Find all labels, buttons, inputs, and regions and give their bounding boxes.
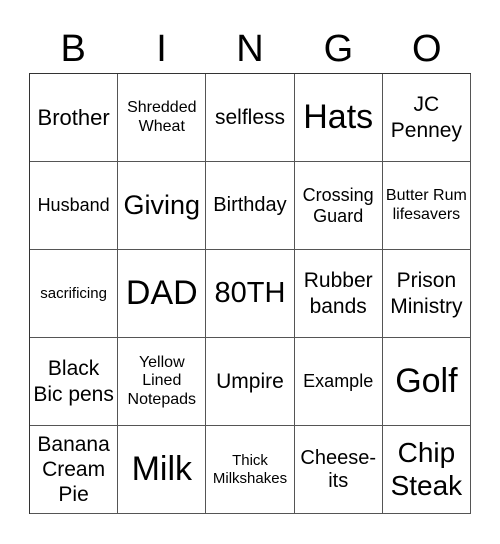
cell-text: Giving	[123, 189, 201, 220]
bingo-cell[interactable]: Cheese-its	[294, 426, 383, 514]
bingo-header: B I N G O	[29, 26, 471, 73]
cell-text: Thick Milkshakes	[212, 452, 288, 487]
bingo-cell[interactable]: DAD	[118, 250, 207, 338]
bingo-cell[interactable]: Brother	[30, 74, 119, 162]
cell-text: Shredded Wheat	[127, 99, 197, 135]
header-letter-i: I	[156, 28, 167, 70]
cell-text: Example	[303, 371, 374, 392]
bingo-cell[interactable]: Husband	[30, 162, 119, 250]
bingo-cell[interactable]: Banana Cream Pie	[30, 426, 119, 514]
cell-text: Cheese-its	[300, 446, 376, 492]
cell-text: sacrificing	[40, 284, 107, 302]
bingo-cell[interactable]: Crossing Guard	[294, 162, 383, 250]
bingo-grid: Brother Shredded Wheat selfless Hats JC …	[29, 73, 471, 514]
header-letter-g: G	[323, 28, 354, 70]
cell-text: Hats	[303, 97, 374, 136]
bingo-cell[interactable]: Shredded Wheat	[118, 74, 207, 162]
cell-text: 80TH	[214, 276, 286, 309]
cell-text: Prison Ministry	[390, 269, 463, 318]
cell-text: Butter Rum lifesavers	[385, 187, 467, 223]
bingo-cell[interactable]: Thick Milkshakes	[206, 426, 295, 514]
bingo-cell[interactable]: Hats	[294, 74, 383, 162]
cell-text: Birthday	[213, 194, 287, 216]
cell-text: Crossing Guard	[302, 184, 374, 226]
bingo-cell[interactable]: Butter Rum lifesavers	[382, 162, 471, 250]
cell-text: DAD	[125, 273, 198, 312]
bingo-cell[interactable]: Yellow Lined Notepads	[118, 338, 207, 426]
cell-text: Brother	[37, 104, 110, 130]
bingo-cell[interactable]: Example	[294, 338, 383, 426]
bingo-cell[interactable]: JC Penney	[382, 74, 471, 162]
cell-text: Banana Cream Pie	[37, 432, 110, 507]
bingo-cell[interactable]: Prison Ministry	[382, 250, 471, 338]
bingo-cell[interactable]: 80TH	[206, 250, 295, 338]
cell-text: JC Penney	[390, 93, 462, 142]
bingo-cell[interactable]: selfless	[206, 74, 295, 162]
header-letter-b: B	[60, 28, 86, 70]
cell-text: Chip Steak	[390, 437, 463, 501]
bingo-cell[interactable]: Umpire	[206, 338, 295, 426]
cell-text: Golf	[395, 361, 458, 400]
bingo-cell[interactable]: Rubber bands	[294, 250, 383, 338]
cell-text: selfless	[214, 105, 285, 129]
cell-text: Milk	[131, 449, 192, 488]
header-letter-o: O	[411, 28, 442, 70]
bingo-cell[interactable]: Milk	[118, 426, 207, 514]
bingo-cell[interactable]: Golf	[382, 338, 471, 426]
cell-text: Yellow Lined Notepads	[127, 353, 197, 408]
cell-text: Rubber bands	[303, 269, 373, 318]
cell-text: Umpire	[216, 369, 284, 393]
bingo-cell[interactable]: Giving	[118, 162, 207, 250]
cell-text: Black Bic pens	[33, 357, 114, 406]
bingo-cell[interactable]: Birthday	[206, 162, 295, 250]
header-letter-n: N	[236, 28, 264, 70]
bingo-cell[interactable]: Chip Steak	[382, 426, 471, 514]
bingo-cell[interactable]: Black Bic pens	[30, 338, 119, 426]
cell-text: Husband	[37, 195, 110, 216]
bingo-cell[interactable]: sacrificing	[30, 250, 119, 338]
